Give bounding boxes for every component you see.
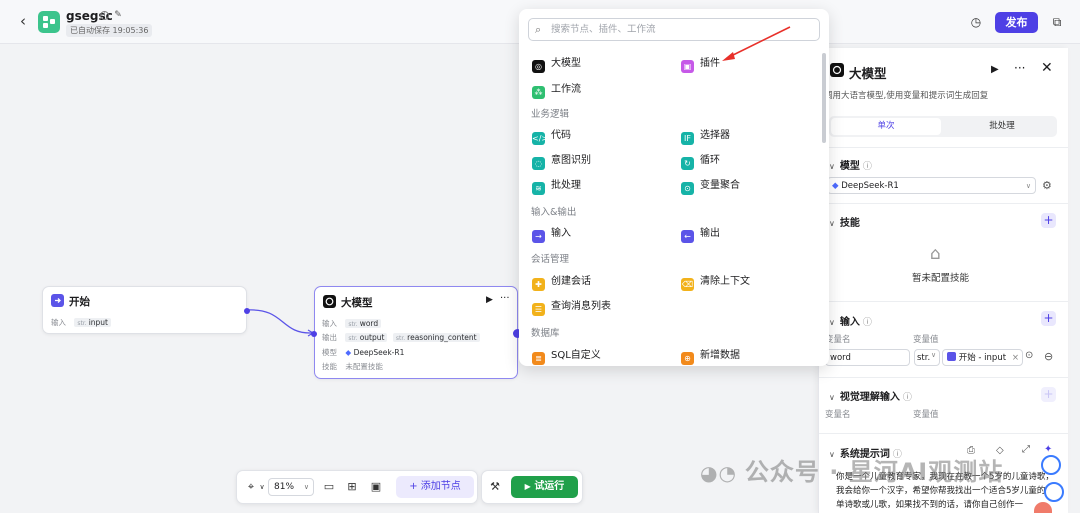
test-run-button[interactable]: ▶ 试运行: [511, 476, 578, 498]
watermark: ◕◔ 公众号 · 星河AI观测站: [700, 458, 1004, 486]
wechat-icon: ◕◔: [700, 461, 745, 485]
red-annotation-arrow: [726, 26, 791, 59]
add-node-button[interactable]: + 添加节点: [396, 476, 474, 498]
debug-tool-icon[interactable]: ⚒: [487, 479, 503, 495]
minimap-icon[interactable]: ▣: [368, 479, 384, 495]
layout-icon[interactable]: ⊞: [344, 479, 360, 495]
zoom-value: 81%: [274, 482, 295, 492]
avatar[interactable]: [1034, 502, 1052, 513]
chevron-down-icon: ∨: [303, 483, 309, 491]
assistant-float-icon[interactable]: [1041, 455, 1061, 475]
annotation-arrow-layer: [722, 26, 791, 61]
comment-icon[interactable]: ▭: [321, 479, 337, 495]
play-icon: ▶: [524, 482, 531, 491]
zoom-select[interactable]: 81% ∨: [268, 478, 314, 496]
red-arrowhead-icon: [722, 52, 735, 61]
plus-icon: +: [409, 481, 418, 492]
assistant-float-icon-2[interactable]: [1044, 482, 1064, 502]
